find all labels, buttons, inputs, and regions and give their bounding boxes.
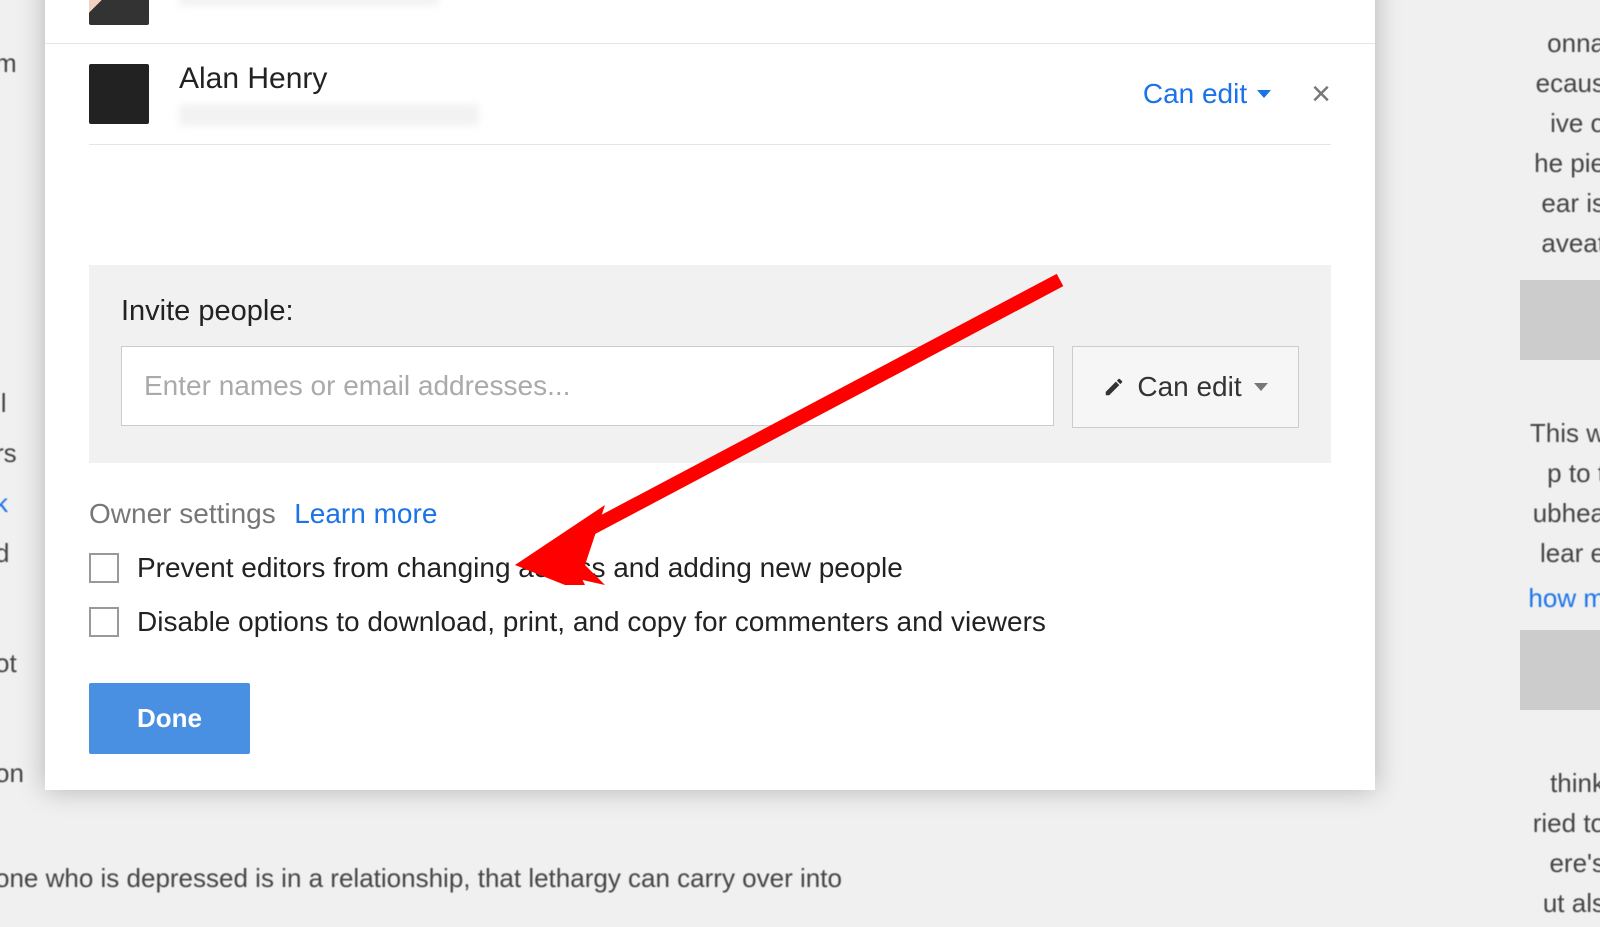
owner-option-row: Prevent editors from changing access and… [89, 552, 1331, 584]
owner-option-row: Disable options to download, print, and … [89, 606, 1331, 638]
bg-text: one who is depressed is in a relationshi… [0, 855, 842, 902]
done-button[interactable]: Done [89, 683, 250, 754]
learn-more-link[interactable]: Learn more [294, 498, 437, 529]
invite-section: Invite people: Enter names or email addr… [89, 265, 1331, 463]
prevent-editors-checkbox[interactable] [89, 553, 119, 583]
person-email-redacted [179, 104, 479, 126]
owner-settings-section: Owner settings Learn more Prevent editor… [89, 498, 1331, 638]
bg-text: ut als [1543, 880, 1600, 927]
pencil-icon [1103, 376, 1125, 398]
invite-input[interactable]: Enter names or email addresses... [121, 346, 1054, 426]
bg-text: aveat [1541, 220, 1600, 267]
bg-text: m [0, 40, 17, 87]
person-email-redacted [179, 0, 439, 6]
caret-down-icon [1254, 383, 1268, 391]
avatar [89, 0, 149, 25]
owner-option-label: Disable options to download, print, and … [137, 606, 1046, 638]
bg-thumbnail [1520, 280, 1600, 360]
bg-text: lear e [1540, 530, 1600, 577]
bg-text: il [0, 380, 7, 427]
divider [89, 144, 1331, 145]
bg-text: on [0, 750, 24, 797]
bg-text: k [0, 480, 8, 527]
disable-download-checkbox[interactable] [89, 607, 119, 637]
permission-label: Can edit [1143, 78, 1247, 110]
share-dialog: Alan Henry Can edit × Invite people: Ent… [45, 0, 1375, 790]
avatar [89, 64, 149, 124]
bg-text: how m [1528, 575, 1600, 622]
caret-down-icon [1257, 90, 1271, 98]
person-row: Alan Henry Can edit × [45, 43, 1375, 144]
person-row [45, 0, 1375, 43]
person-name: Alan Henry [179, 62, 1143, 96]
bg-text: d [0, 530, 9, 577]
bg-text: rs [0, 430, 17, 477]
permission-dropdown[interactable]: Can edit [1143, 78, 1271, 110]
owner-option-label: Prevent editors from changing access and… [137, 552, 903, 584]
bg-thumbnail [1520, 630, 1600, 710]
invite-permission-dropdown[interactable]: Can edit [1072, 346, 1299, 428]
invite-label: Invite people: [121, 295, 1299, 328]
owner-settings-heading: Owner settings [89, 498, 276, 529]
bg-text: ot [0, 640, 17, 687]
invite-permission-label: Can edit [1137, 371, 1241, 403]
remove-person-button[interactable]: × [1311, 77, 1331, 111]
